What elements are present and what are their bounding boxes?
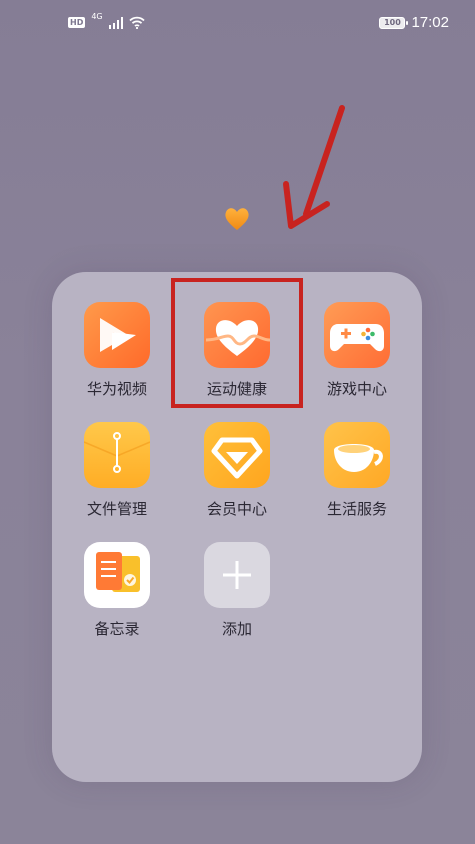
notes-icon — [84, 542, 150, 608]
app-label: 华为视频 — [86, 380, 147, 398]
battery-icon: 100 — [379, 16, 409, 29]
status-left: HD 4G — [68, 12, 145, 29]
app-label: 会员中心 — [206, 500, 267, 518]
status-right: 100 17:02 — [379, 14, 449, 31]
highlight-box — [171, 278, 303, 408]
app-member-center[interactable]: 会员中心 — [182, 422, 292, 519]
app-huawei-video[interactable]: 华为视频 — [62, 302, 172, 399]
clock: 17:02 — [411, 14, 449, 31]
app-label: 生活服务 — [326, 500, 387, 518]
app-label: 游戏中心 — [326, 380, 387, 398]
add-app-button[interactable]: 添加 — [182, 542, 292, 639]
hd-badge: HD — [68, 17, 86, 28]
app-game-center[interactable]: 游戏中心 — [302, 302, 412, 399]
status-bar: HD 4G 100 17:02 — [0, 0, 475, 50]
file-folder-icon — [84, 422, 150, 488]
heart-icon — [225, 208, 249, 230]
gamepad-icon — [324, 302, 390, 368]
app-notes[interactable]: 备忘录 — [62, 542, 172, 639]
cup-icon — [324, 422, 390, 488]
huawei-video-icon — [84, 302, 150, 368]
app-label: 备忘录 — [94, 620, 140, 638]
app-life-services[interactable]: 生活服务 — [302, 422, 412, 519]
diamond-icon — [204, 422, 270, 488]
app-label: 添加 — [221, 620, 252, 638]
signal-icon — [108, 16, 123, 29]
wifi-icon — [129, 16, 145, 29]
network-type: 4G — [91, 12, 103, 21]
app-file-manager[interactable]: 文件管理 — [62, 422, 172, 519]
app-label: 文件管理 — [86, 500, 147, 518]
plus-icon — [204, 542, 270, 608]
